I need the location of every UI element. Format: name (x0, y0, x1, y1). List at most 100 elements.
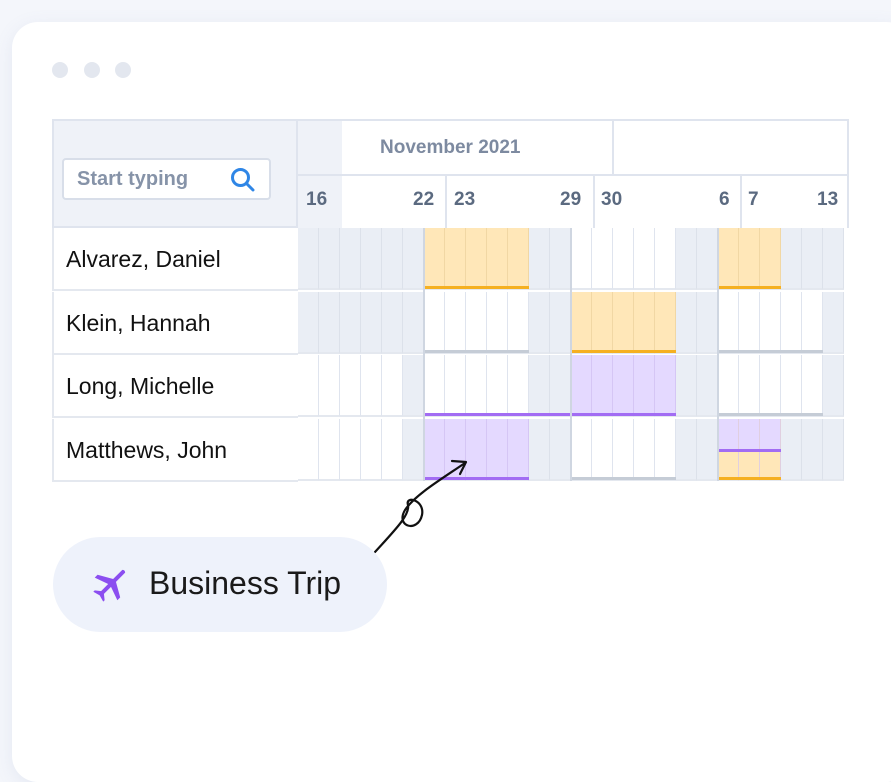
employee-name[interactable]: Alvarez, Daniel (52, 228, 298, 291)
day-cell[interactable] (424, 228, 445, 290)
day-cell[interactable] (739, 355, 760, 417)
day-cell[interactable] (319, 228, 340, 290)
day-cell[interactable] (340, 355, 361, 417)
event-bar[interactable] (718, 413, 823, 416)
day-cell[interactable] (298, 355, 319, 417)
day-cell[interactable] (445, 292, 466, 354)
day-cell[interactable] (718, 228, 739, 290)
day-cell[interactable] (655, 292, 676, 354)
day-cell[interactable] (319, 419, 340, 481)
day-cell[interactable] (634, 355, 655, 417)
day-cell[interactable] (760, 355, 781, 417)
day-cell[interactable] (508, 419, 529, 481)
day-cell[interactable] (445, 355, 466, 417)
event-bar[interactable] (424, 350, 529, 353)
window-dot-maximize[interactable] (115, 62, 131, 78)
event-bar[interactable] (424, 413, 676, 416)
day-cell[interactable] (361, 292, 382, 354)
day-cell[interactable] (823, 355, 844, 417)
day-cell[interactable] (592, 355, 613, 417)
day-cell[interactable] (592, 292, 613, 354)
day-cell[interactable] (739, 292, 760, 354)
window-dot-minimize[interactable] (84, 62, 100, 78)
event-bar[interactable] (718, 477, 781, 480)
day-cell[interactable] (550, 355, 571, 417)
day-cell[interactable] (571, 355, 592, 417)
day-cell[interactable] (613, 419, 634, 481)
day-cell[interactable] (319, 355, 340, 417)
day-cell[interactable] (340, 419, 361, 481)
event-bar[interactable] (571, 350, 676, 353)
day-cell[interactable] (802, 228, 823, 290)
event-bar[interactable] (718, 449, 781, 452)
day-cell[interactable] (466, 228, 487, 290)
day-cell[interactable] (403, 355, 424, 417)
day-cell[interactable] (613, 355, 634, 417)
day-cell[interactable] (298, 419, 319, 481)
event-bar[interactable] (424, 286, 529, 289)
day-cell[interactable] (340, 292, 361, 354)
day-cell[interactable] (382, 292, 403, 354)
day-cell[interactable] (487, 355, 508, 417)
day-cell[interactable] (718, 292, 739, 354)
day-cell[interactable] (655, 419, 676, 481)
day-cell[interactable] (823, 419, 844, 481)
employee-name[interactable]: Long, Michelle (52, 355, 298, 418)
day-cell[interactable] (529, 292, 550, 354)
day-cell[interactable] (403, 292, 424, 354)
day-cell[interactable] (571, 228, 592, 290)
day-cell[interactable] (445, 228, 466, 290)
day-cell[interactable] (382, 228, 403, 290)
day-cell[interactable] (571, 292, 592, 354)
day-cell[interactable] (655, 228, 676, 290)
day-cell[interactable] (634, 419, 655, 481)
day-cell[interactable] (676, 292, 697, 354)
day-cell[interactable] (424, 292, 445, 354)
day-cell[interactable] (529, 419, 550, 481)
day-cell[interactable] (781, 419, 802, 481)
day-cell[interactable] (781, 355, 802, 417)
employee-name[interactable]: Matthews, John (52, 419, 298, 482)
day-cell[interactable] (403, 228, 424, 290)
day-cell[interactable] (487, 292, 508, 354)
day-cell[interactable] (298, 292, 319, 354)
day-cell[interactable] (781, 228, 802, 290)
day-cell[interactable] (760, 292, 781, 354)
day-cell[interactable] (424, 355, 445, 417)
search-input[interactable]: Start typing (62, 158, 271, 200)
search-icon[interactable] (229, 166, 257, 194)
day-cell[interactable] (634, 292, 655, 354)
day-cell[interactable] (382, 355, 403, 417)
day-cell[interactable] (760, 228, 781, 290)
day-cell[interactable] (571, 419, 592, 481)
day-cell[interactable] (508, 355, 529, 417)
day-cell[interactable] (466, 355, 487, 417)
day-cell[interactable] (508, 292, 529, 354)
day-cell[interactable] (508, 228, 529, 290)
day-cell[interactable] (823, 228, 844, 290)
employee-name[interactable]: Klein, Hannah (52, 292, 298, 355)
day-cell[interactable] (697, 355, 718, 417)
legend-business-trip[interactable]: Business Trip (53, 537, 387, 632)
day-cell[interactable] (298, 228, 319, 290)
day-cell[interactable] (676, 355, 697, 417)
day-cell[interactable] (466, 292, 487, 354)
day-cell[interactable] (592, 419, 613, 481)
day-cell[interactable] (529, 355, 550, 417)
day-cell[interactable] (529, 228, 550, 290)
day-cell[interactable] (319, 292, 340, 354)
event-bar[interactable] (718, 286, 781, 289)
day-cell[interactable] (781, 292, 802, 354)
event-bar[interactable] (718, 350, 823, 353)
day-cell[interactable] (550, 419, 571, 481)
day-cell[interactable] (697, 228, 718, 290)
day-cell[interactable] (823, 292, 844, 354)
day-cell[interactable] (550, 228, 571, 290)
day-cell[interactable] (361, 355, 382, 417)
day-cell[interactable] (676, 228, 697, 290)
calendar-body[interactable] (298, 228, 849, 483)
day-cell[interactable] (613, 228, 634, 290)
event-bar[interactable] (571, 477, 676, 480)
day-cell[interactable] (802, 419, 823, 481)
day-cell[interactable] (718, 355, 739, 417)
